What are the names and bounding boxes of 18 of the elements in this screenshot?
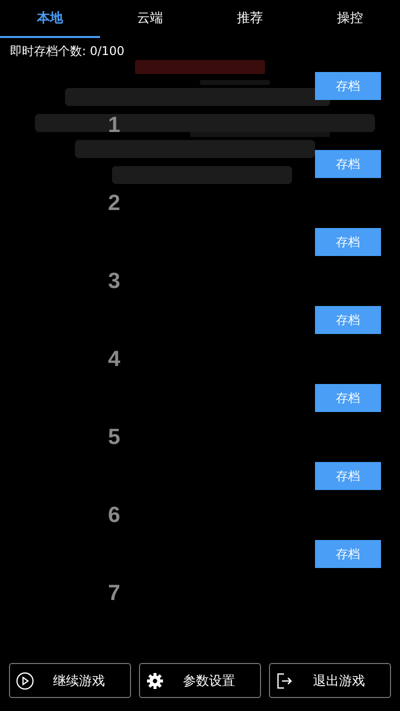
- tab[interactable]: 推荐: [200, 0, 300, 38]
- slot-number: 6: [108, 504, 120, 526]
- save-count: 即时存档个数: 0/100: [9, 43, 126, 60]
- menu-button[interactable]: 参数设置: [139, 663, 261, 698]
- slot-number: 5: [108, 426, 120, 448]
- settings-icon: [146, 672, 164, 690]
- menu-button[interactable]: 继续游戏: [9, 663, 131, 698]
- slot-number: 7: [108, 582, 120, 604]
- slot-number: 4: [108, 348, 120, 370]
- exit-icon: [276, 672, 294, 690]
- slot-number: 1: [108, 114, 120, 136]
- tab[interactable]: 操控: [300, 0, 400, 38]
- slot-number: 3: [108, 270, 120, 292]
- menu-button[interactable]: 退出游戏: [269, 663, 391, 698]
- tab[interactable]: 云端: [100, 0, 200, 38]
- tab[interactable]: 本地: [0, 0, 100, 38]
- slot-number: 2: [108, 192, 120, 214]
- play-icon: [16, 672, 34, 690]
